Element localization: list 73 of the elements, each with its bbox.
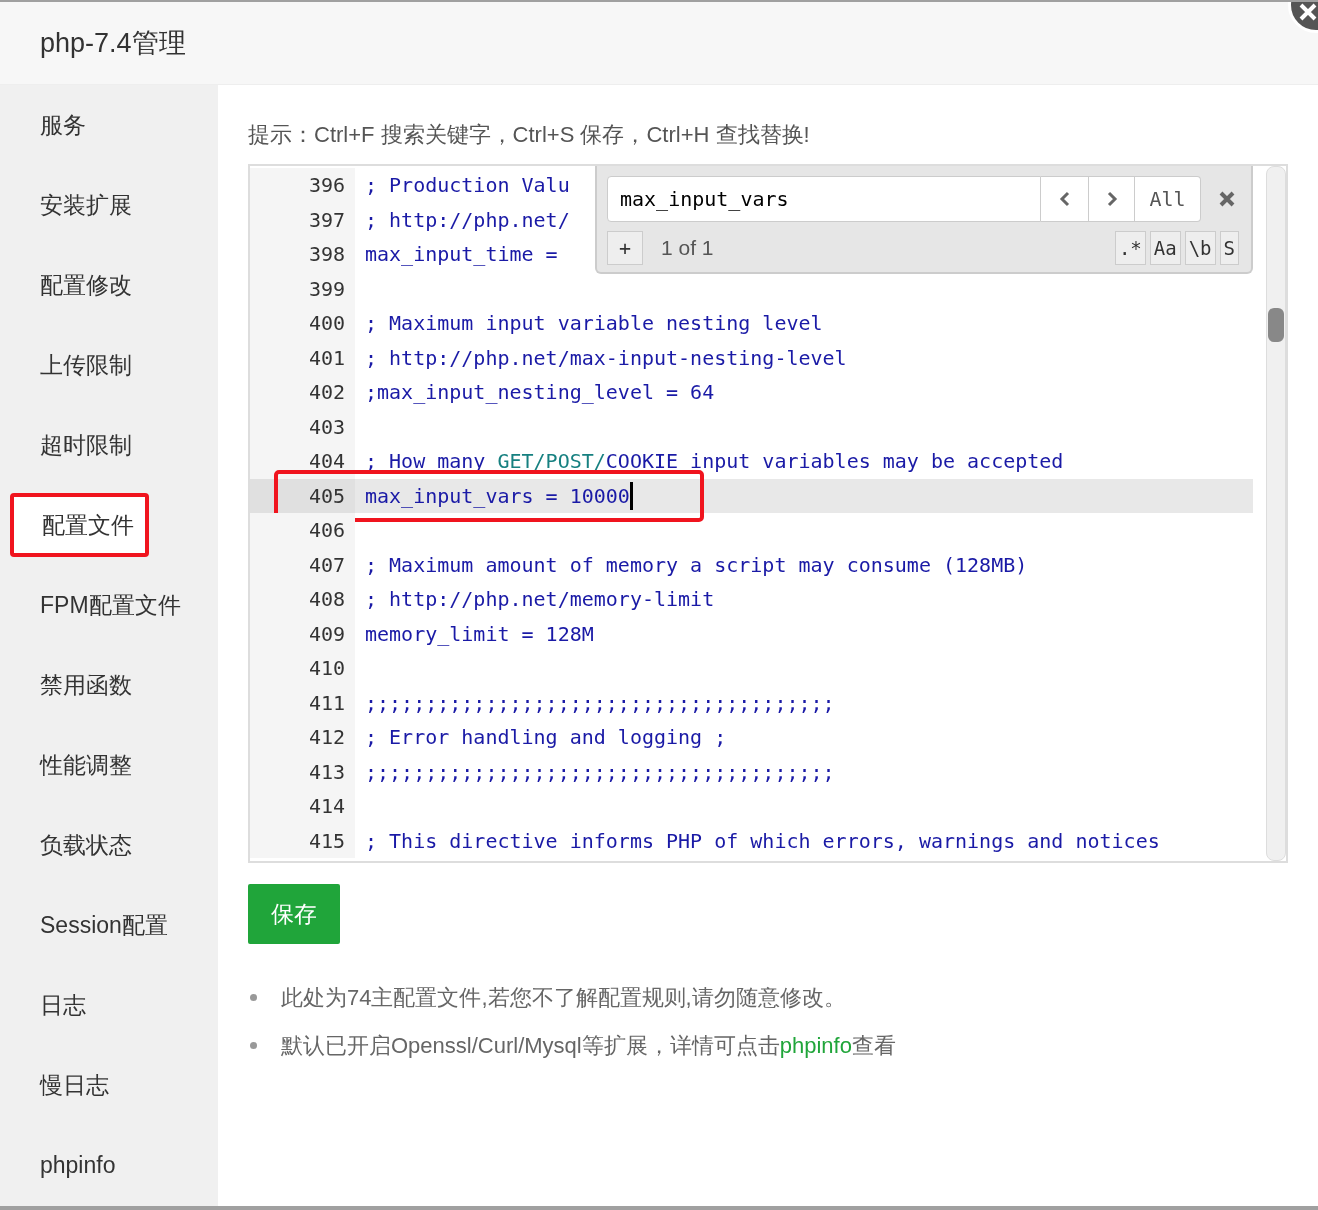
line-number: 404	[250, 444, 355, 479]
line-number: 415	[250, 823, 355, 858]
code-text: memory_limit = 128M	[365, 620, 594, 648]
add-button[interactable]: +	[607, 231, 643, 265]
sidebar-item[interactable]: 慢日志	[0, 1045, 218, 1125]
code-text: ;;;;;;;;;;;;;;;;;;;;;;;;;;;;;;;;;;;;;;;	[365, 758, 835, 786]
sidebar-item[interactable]: phpinfo	[0, 1125, 218, 1205]
line-number: 408	[250, 582, 355, 617]
next-button[interactable]	[1089, 176, 1135, 222]
sidebar-item[interactable]: 负载状态	[0, 805, 218, 885]
sidebar-item[interactable]: Session配置	[0, 885, 218, 965]
select-all-button[interactable]: All	[1135, 176, 1201, 222]
previous-button[interactable]	[1041, 176, 1089, 222]
line-number: 402	[250, 375, 355, 410]
code-text: ; Maximum amount of memory a script may consume (128MB)	[365, 551, 1028, 579]
search-option-toggle[interactable]: S	[1219, 231, 1239, 265]
line-number: 410	[250, 651, 355, 686]
line-number: 409	[250, 616, 355, 651]
sidebar-item[interactable]: 配置文件	[10, 493, 149, 557]
chevron-left-icon	[1058, 190, 1071, 208]
line-number: 405	[250, 478, 355, 513]
code-text: ; http://php.net/max-input-nesting-level	[365, 344, 847, 372]
code-text: ;max_input_nesting_level = 64	[365, 379, 715, 407]
sidebar-item[interactable]: FPM配置文件	[0, 565, 218, 645]
search-field[interactable]: max_input_vars	[607, 176, 1041, 222]
match-count: 1 of 1	[661, 235, 714, 262]
line-number: 399	[250, 271, 355, 306]
bullet-icon	[250, 1041, 257, 1049]
search-option-toggle[interactable]: \b	[1184, 231, 1216, 265]
sidebar-item[interactable]: 配置修改	[0, 245, 218, 325]
sidebar-item[interactable]: 服务	[0, 85, 218, 165]
code-text: ; http://php.net/memory-limit	[365, 586, 715, 614]
code-text: max_input_vars = 10000	[365, 482, 630, 510]
line-number: 414	[250, 789, 355, 824]
scrollbar[interactable]	[1266, 166, 1286, 861]
sidebar-item[interactable]: 安装扩展	[0, 165, 218, 245]
code-text: ; Error handling and logging ;	[365, 724, 727, 752]
sidebar-item[interactable]: 上传限制	[0, 325, 218, 405]
code-text: ; http://php.net/	[365, 206, 570, 234]
bullet-icon	[250, 993, 257, 1001]
sidebar-item[interactable]: 超时限制	[0, 405, 218, 485]
note-text: 此处为74主配置文件,若您不了解配置规则,请勿随意修改。	[281, 983, 846, 1012]
note-text: 默认已开启Openssl/Curl/Mysql等扩展，详情可点击phpinfo查看	[281, 1031, 896, 1060]
line-number: 397	[250, 202, 355, 237]
line-number: 411	[250, 685, 355, 720]
code-text: ; Maximum input variable nesting level	[365, 310, 823, 338]
code-text: COOKIE input variables may be accepted	[605, 448, 1064, 476]
line-number: 398	[250, 237, 355, 272]
code-text: ; Production Valu	[365, 172, 570, 200]
code-text: ; This directive informs PHP of which errors, warnings and notices	[365, 827, 1160, 855]
keyword-text: GET/POST/	[497, 448, 606, 476]
text-cursor	[629, 481, 633, 510]
line-number: 413	[250, 754, 355, 789]
window-title: php-7.4管理	[40, 26, 186, 60]
line-number: 400	[250, 306, 355, 341]
code-text: max_input_time =	[365, 241, 559, 269]
line-number: 407	[250, 547, 355, 582]
line-number: 401	[250, 340, 355, 375]
sidebar-item[interactable]: 日志	[0, 965, 218, 1045]
chevron-right-icon	[1105, 190, 1118, 208]
line-number: 403	[250, 409, 355, 444]
line-number: 396	[250, 168, 355, 203]
sidebar-item[interactable]: 性能调整	[0, 725, 218, 805]
search-option-toggle[interactable]: Aa	[1149, 231, 1181, 265]
close-icon	[1218, 190, 1236, 208]
sidebar-item[interactable]: 禁用函数	[0, 645, 218, 725]
code-editor[interactable]	[248, 164, 1288, 863]
search-option-toggle[interactable]: .*	[1114, 231, 1146, 265]
close-icon	[1298, 2, 1318, 22]
line-number: 406	[250, 513, 355, 548]
code-text: ;;;;;;;;;;;;;;;;;;;;;;;;;;;;;;;;;;;;;;;	[365, 689, 835, 717]
hint-text: 提示：Ctrl+F 搜索关键字，Ctrl+S 保存，Ctrl+H 查找替换!	[248, 121, 811, 149]
line-number: 412	[250, 720, 355, 755]
